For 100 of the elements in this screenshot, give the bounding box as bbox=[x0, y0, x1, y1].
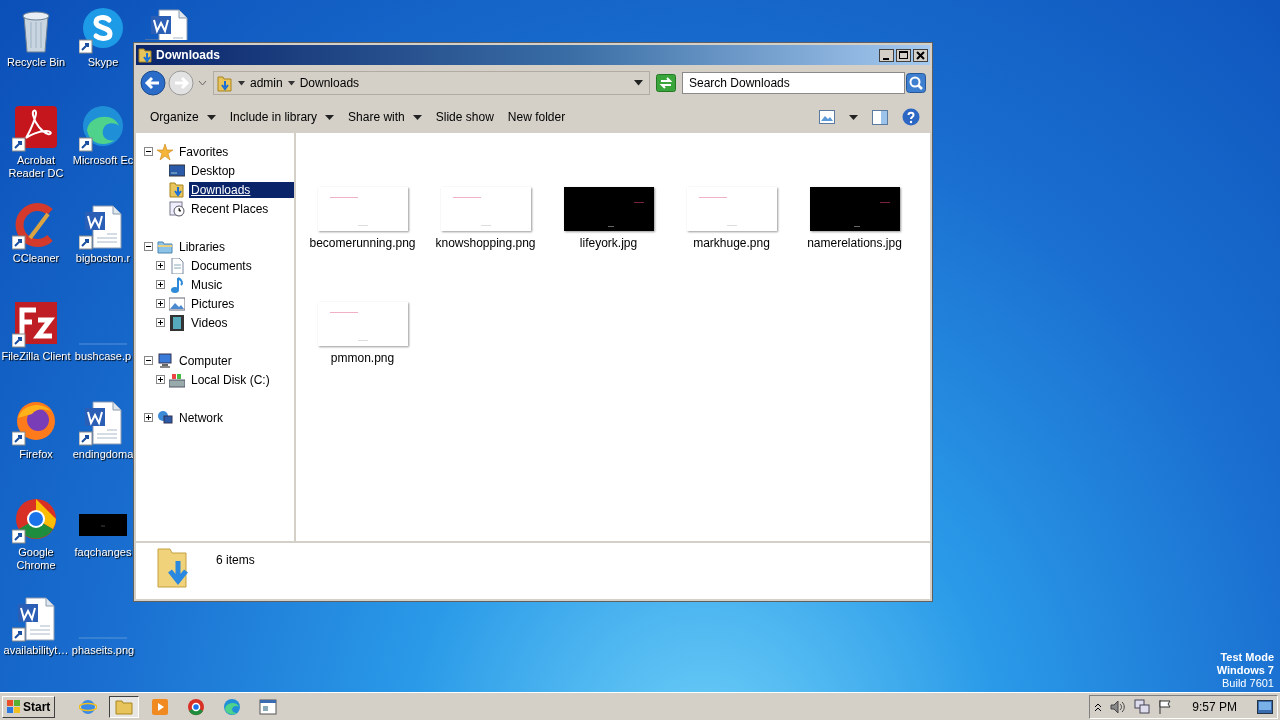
nav-item[interactable]: Downloads bbox=[189, 181, 294, 198]
desktop-icon-label[interactable]: Firefox bbox=[19, 448, 53, 461]
expand-icon[interactable] bbox=[144, 413, 153, 422]
search-icon[interactable] bbox=[906, 73, 926, 93]
desktop-icon-label[interactable]: endingdoma bbox=[72, 448, 134, 461]
desktop-icon-label[interactable]: faqchanges bbox=[74, 546, 132, 559]
toolbar-button[interactable]: Include in library bbox=[223, 106, 341, 128]
show-desktop-icon[interactable] bbox=[1257, 699, 1273, 714]
start-button[interactable]: Start bbox=[2, 695, 56, 718]
refresh-icon[interactable] bbox=[656, 74, 676, 92]
system-info-text: Test Mode bbox=[1220, 651, 1274, 664]
close-icon[interactable] bbox=[913, 48, 928, 62]
disk-icon bbox=[169, 371, 185, 388]
breadcrumb[interactable]: admin bbox=[250, 76, 283, 90]
document-icon bbox=[169, 257, 185, 274]
caret-icon[interactable] bbox=[287, 80, 295, 86]
caret-icon[interactable] bbox=[634, 80, 643, 86]
search-field[interactable]: Search Downloads bbox=[682, 72, 905, 94]
network-icon[interactable] bbox=[1134, 698, 1151, 715]
file-name[interactable]: namerelations.jpg bbox=[807, 236, 902, 250]
desktop-icon-label[interactable]: bushcase.p bbox=[74, 350, 132, 363]
view-icon[interactable] bbox=[819, 110, 835, 124]
videos-icon bbox=[169, 314, 185, 331]
help-icon[interactable] bbox=[902, 108, 920, 126]
maximize-icon[interactable] bbox=[896, 48, 911, 62]
recent-icon bbox=[169, 200, 185, 217]
system-info-text: Build 7601 bbox=[1222, 677, 1274, 690]
file-name[interactable]: markhuge.png bbox=[693, 236, 770, 250]
toolbar-button[interactable]: Organize bbox=[144, 106, 222, 128]
media-player-icon bbox=[151, 697, 170, 716]
expand-icon[interactable] bbox=[156, 318, 165, 327]
minimize-icon[interactable] bbox=[879, 48, 894, 62]
edge-icon bbox=[223, 697, 242, 716]
nav-item[interactable]: Local Disk (C:) bbox=[189, 371, 272, 388]
desktop-icon-label[interactable]: availabilityt… bbox=[3, 644, 69, 657]
expand-icon[interactable] bbox=[156, 280, 165, 289]
star-icon bbox=[157, 143, 173, 160]
nav-item[interactable]: Desktop bbox=[189, 162, 238, 179]
internet-explorer-icon bbox=[79, 697, 98, 716]
desktop-icon-label[interactable]: Recycle Bin bbox=[6, 56, 66, 69]
desktop-icon-label[interactable]: Skype bbox=[87, 56, 119, 69]
nav-item[interactable]: Network bbox=[177, 409, 225, 426]
expand-icon[interactable] bbox=[156, 375, 165, 384]
toolbar-button[interactable]: Share with bbox=[342, 106, 428, 128]
nav-item[interactable]: Music bbox=[189, 276, 225, 293]
computer-icon bbox=[157, 352, 173, 369]
folder-icon bbox=[115, 697, 134, 716]
toolbar-button[interactable]: Slide show bbox=[429, 106, 500, 128]
file-name[interactable]: lifeyork.jpg bbox=[579, 236, 638, 250]
collapse-icon[interactable] bbox=[144, 356, 153, 365]
desktop-icon-label[interactable]: Google Chrome bbox=[0, 546, 72, 572]
acrobat-icon[interactable] bbox=[12, 104, 60, 152]
caret-icon[interactable] bbox=[849, 114, 858, 120]
desktop-icon-label[interactable]: CCleaner bbox=[12, 252, 60, 265]
speaker-icon[interactable] bbox=[1110, 699, 1127, 714]
caret-icon[interactable] bbox=[238, 80, 245, 86]
chrome-icon bbox=[187, 697, 206, 716]
folder-icon bbox=[138, 47, 152, 63]
chevron-up-icon[interactable] bbox=[1094, 701, 1103, 712]
toolbar-button[interactable]: New folder bbox=[501, 106, 572, 128]
file-name[interactable]: becomerunning.png bbox=[309, 236, 416, 250]
expand-icon[interactable] bbox=[156, 261, 165, 270]
taskbar-button[interactable] bbox=[109, 695, 140, 718]
windows-logo-icon bbox=[7, 699, 21, 714]
desktop-icon-label[interactable]: Acrobat Reader DC bbox=[0, 154, 72, 180]
desktop-icon-label[interactable]: FileZilla Client bbox=[1, 350, 71, 363]
window-icon bbox=[259, 697, 278, 716]
window-title: Downloads bbox=[156, 48, 220, 62]
nav-item[interactable]: Libraries bbox=[177, 238, 228, 255]
folder-icon bbox=[217, 74, 233, 92]
item-count: 6 items bbox=[216, 553, 255, 567]
desktop-icon-label[interactable]: Microsoft Ec bbox=[72, 154, 134, 167]
nav-item[interactable]: Documents bbox=[189, 257, 254, 274]
breadcrumb[interactable]: Downloads bbox=[299, 76, 360, 90]
desktop-icon-label[interactable]: bigboston.r bbox=[75, 252, 131, 265]
address-bar[interactable]: admin Downloads bbox=[213, 71, 650, 95]
caret-icon bbox=[206, 114, 216, 120]
preview-pane-icon[interactable] bbox=[872, 109, 888, 125]
desktop-icon bbox=[169, 162, 185, 179]
file-name[interactable]: pmmon.png bbox=[330, 351, 395, 365]
back-icon[interactable] bbox=[140, 70, 166, 96]
nav-item[interactable]: Pictures bbox=[189, 295, 237, 312]
flag-icon[interactable] bbox=[1158, 699, 1173, 714]
expand-icon[interactable] bbox=[156, 299, 165, 308]
nav-item[interactable]: Favorites bbox=[177, 143, 231, 160]
caret-icon bbox=[412, 114, 422, 120]
file-name[interactable]: knowshopping.png bbox=[435, 236, 536, 250]
pictures-icon bbox=[169, 295, 185, 312]
downloads-icon bbox=[169, 181, 185, 198]
clock[interactable]: 9:57 PM bbox=[1192, 699, 1237, 714]
filezilla-icon[interactable] bbox=[12, 300, 60, 348]
nav-item[interactable]: Videos bbox=[189, 314, 230, 331]
music-icon bbox=[169, 276, 185, 293]
desktop-icon-label[interactable]: phaseits.png bbox=[71, 644, 135, 657]
nav-item[interactable]: Recent Places bbox=[189, 200, 271, 217]
collapse-icon[interactable] bbox=[144, 242, 153, 251]
nav-item[interactable]: Computer bbox=[177, 352, 234, 369]
collapse-icon[interactable] bbox=[144, 147, 153, 156]
caret-icon bbox=[325, 114, 335, 120]
library-icon bbox=[157, 238, 173, 255]
